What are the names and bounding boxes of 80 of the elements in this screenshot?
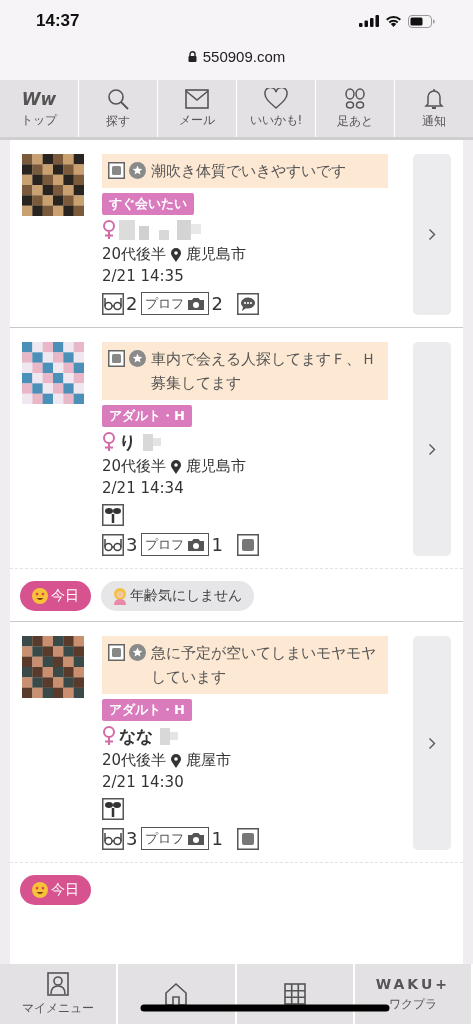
age-text: 20代後半	[102, 245, 167, 264]
location-pin-icon	[171, 753, 182, 768]
chat-icon	[236, 292, 259, 315]
camera-icon	[187, 296, 206, 311]
city-text: 鹿児島市	[186, 457, 247, 476]
battery-icon	[408, 14, 435, 28]
open-profile-button[interactable]	[413, 636, 451, 850]
message-text: 潮吹き体質でいきやすいです	[151, 161, 347, 182]
bottom-nav-tab[interactable]: マイメニュー	[0, 964, 119, 1024]
female-icon	[102, 432, 116, 452]
view-count: 3	[126, 828, 138, 849]
location-pin-icon	[171, 459, 182, 474]
chevron-right-icon	[428, 442, 436, 456]
open-profile-button[interactable]	[413, 154, 451, 315]
logo: WAKU+	[375, 975, 451, 992]
nav-tab[interactable]: メール	[158, 80, 237, 137]
date-text: 2/21 14:30	[102, 773, 184, 791]
footprints-icon	[344, 87, 366, 110]
profile-card-icon	[47, 971, 70, 996]
search-icon	[107, 87, 129, 110]
nav-tab[interactable]: 足あと	[316, 80, 395, 137]
home-icon	[164, 982, 189, 1006]
nav-tab[interactable]: 通知	[395, 80, 473, 137]
category-tag: アダルト・H	[102, 699, 192, 721]
status-time: 14:37	[36, 11, 80, 31]
chip-label: 今日	[51, 587, 79, 605]
badge-icon	[236, 827, 259, 850]
chip-label: 今日	[51, 881, 79, 899]
female-icon	[102, 220, 116, 240]
message-text: 車内で会える人探してますＦ、Ｈ募集してます	[151, 349, 377, 394]
grid-icon	[283, 983, 306, 1005]
age-text: 20代後半	[102, 751, 167, 770]
chip-label: 年齢気にしません	[130, 587, 242, 605]
glasses-icon	[102, 292, 124, 315]
profile-label: プロフ	[145, 830, 185, 847]
badge-icon	[108, 644, 125, 661]
lock-icon	[187, 51, 197, 62]
category-tag: アダルト・H	[102, 405, 192, 427]
logo: Ww	[21, 88, 57, 109]
badge-icon	[108, 350, 125, 367]
photo-count: 2	[211, 293, 223, 314]
city-text: 鹿児島市	[186, 245, 247, 264]
location-pin-icon	[171, 247, 182, 262]
chevron-right-icon	[428, 228, 436, 241]
mail-icon	[185, 88, 209, 109]
profile-label: プロフ	[145, 536, 185, 553]
category-tag: すぐ会いたい	[102, 193, 194, 215]
user-name: り	[119, 430, 136, 454]
photo-count: 1	[211, 828, 223, 849]
camera-icon	[187, 831, 206, 846]
bell-icon	[424, 87, 444, 110]
glasses-icon	[102, 827, 124, 850]
city-text: 鹿屋市	[186, 751, 232, 770]
smiling-face-icon	[32, 882, 48, 898]
date-text: 2/21 14:35	[102, 267, 184, 285]
age-text: 20代後半	[102, 457, 167, 476]
badge-icon	[236, 533, 259, 556]
view-count: 2	[126, 293, 138, 314]
heart-icon	[264, 88, 288, 109]
wifi-icon	[385, 15, 402, 27]
signal-icon	[359, 15, 379, 27]
message-text: 急に予定が空いてしまいモヤモヤしています	[151, 643, 377, 688]
photo-count: 1	[211, 534, 223, 555]
camera-icon	[187, 537, 206, 552]
glasses-icon	[102, 533, 124, 556]
date-text: 2/21 14:34	[102, 479, 184, 497]
bottom-nav-tab[interactable]: WAKU+ ワクプラ	[354, 964, 473, 1024]
url-text: 550909.com	[202, 48, 286, 65]
nav-tab[interactable]: Ww トップ	[0, 80, 79, 137]
female-icon	[102, 726, 116, 746]
profile-label: プロフ	[145, 295, 185, 312]
nav-tab[interactable]: いいかも!	[237, 80, 316, 137]
badge-icon	[108, 162, 125, 179]
chevron-right-icon	[428, 736, 436, 750]
view-count: 3	[126, 534, 138, 555]
person-icon	[113, 587, 127, 605]
nav-tab[interactable]: 探す	[79, 80, 158, 137]
smiling-face-icon	[32, 588, 48, 604]
open-profile-button[interactable]	[413, 342, 451, 556]
user-name: なな	[119, 724, 153, 748]
